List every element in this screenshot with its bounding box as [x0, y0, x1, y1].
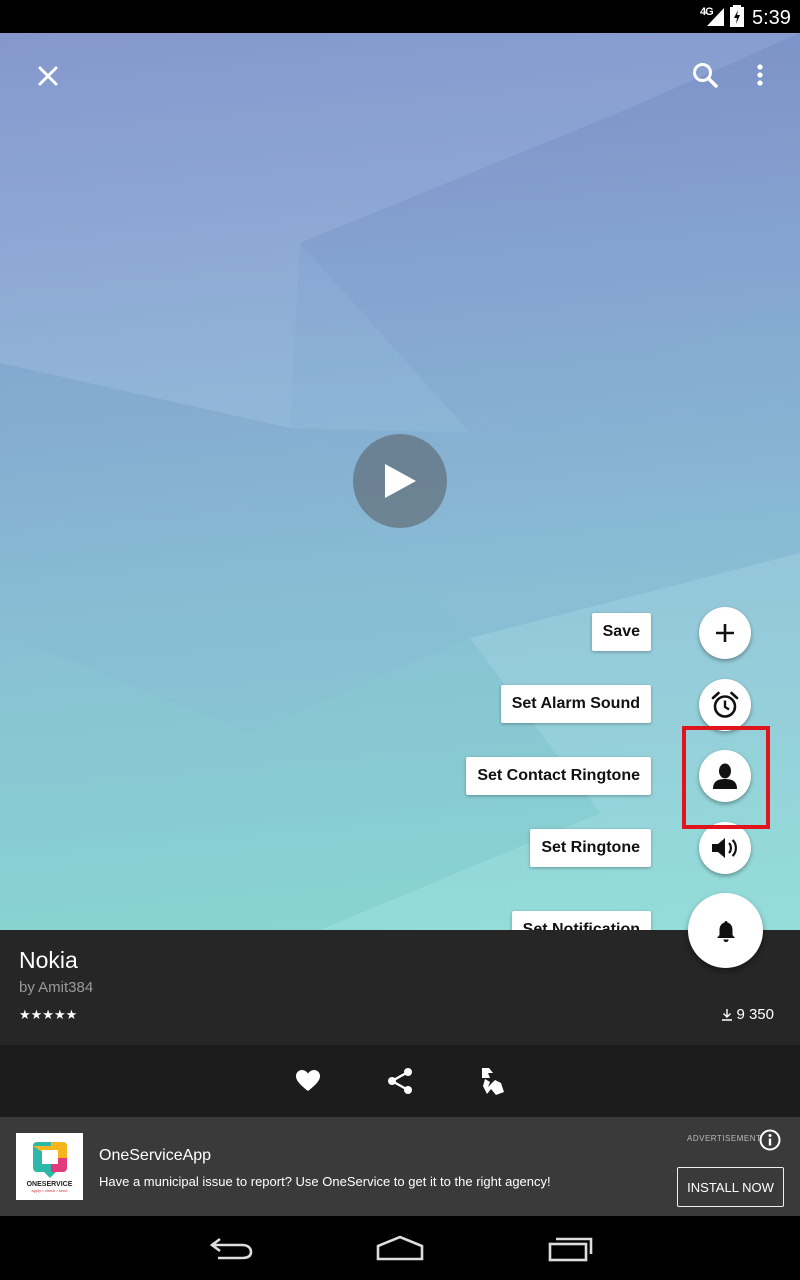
- search-button[interactable]: [681, 51, 729, 99]
- plus-icon: [716, 624, 734, 642]
- download-count-value: 9 350: [736, 1006, 774, 1023]
- more-vert-icon: [757, 64, 763, 86]
- ad-description: Have a municipal issue to report? Use On…: [99, 1174, 551, 1189]
- ad-app-logo: ONESERVICE apply • check • send: [16, 1133, 83, 1200]
- battery-charging-icon: [730, 5, 744, 27]
- recents-icon: [548, 1237, 593, 1262]
- heart-icon: [296, 1070, 320, 1091]
- oneservice-logo-icon: [32, 1142, 67, 1178]
- ad-label: ADVERTISEMENT: [687, 1134, 762, 1143]
- set-notification-button[interactable]: [688, 893, 763, 968]
- ringtone-artwork: [0, 33, 800, 930]
- save-label[interactable]: Save: [591, 613, 651, 651]
- system-nav-bar: [0, 1216, 800, 1280]
- ad-logo-tagline: apply • check • send: [31, 1188, 68, 1193]
- back-icon: [209, 1237, 253, 1260]
- close-button[interactable]: [24, 52, 72, 100]
- rating-stars: ★★★★★: [19, 1007, 78, 1022]
- ad-app-name: OneServiceApp: [99, 1147, 212, 1164]
- ad-banner[interactable]: ONESERVICE apply • check • send OneServi…: [0, 1117, 800, 1216]
- set-ringtone-button[interactable]: [699, 822, 751, 874]
- ringtone-title: Nokia: [19, 947, 78, 973]
- info-icon: [759, 1129, 781, 1151]
- download-icon: [722, 1008, 733, 1021]
- download-count: 9 350: [722, 1006, 774, 1023]
- back-button[interactable]: [200, 1228, 260, 1268]
- play-button[interactable]: [353, 434, 447, 528]
- install-now-button[interactable]: INSTALL NOW: [677, 1167, 784, 1207]
- action-bar: [0, 1045, 800, 1117]
- set-contact-ringtone-label[interactable]: Set Contact Ringtone: [466, 757, 651, 795]
- recents-button[interactable]: [540, 1228, 600, 1268]
- status-bar: 4G 5:39: [0, 0, 800, 33]
- person-icon: [713, 763, 737, 789]
- share-icon: [388, 1068, 412, 1094]
- play-icon: [385, 464, 416, 498]
- clock: 5:39: [752, 7, 791, 29]
- alarm-clock-icon: [711, 691, 739, 718]
- ringtone-author[interactable]: by Amit384: [19, 979, 93, 996]
- close-icon: [38, 66, 58, 86]
- set-contact-ringtone-button[interactable]: [699, 750, 751, 802]
- save-button[interactable]: [699, 607, 751, 659]
- like-button[interactable]: [290, 1063, 326, 1099]
- search-icon: [693, 63, 718, 88]
- set-alarm-sound-label[interactable]: Set Alarm Sound: [500, 685, 651, 723]
- signal-icon: [707, 8, 724, 26]
- home-button[interactable]: [370, 1228, 430, 1268]
- speaker-icon: [712, 838, 737, 858]
- thumbs-down-icon: [482, 1068, 504, 1095]
- set-ringtone-label[interactable]: Set Ringtone: [530, 829, 651, 867]
- ad-info-button[interactable]: [759, 1129, 781, 1156]
- set-alarm-sound-button[interactable]: [699, 679, 751, 731]
- share-button[interactable]: [382, 1063, 418, 1099]
- home-icon: [376, 1235, 424, 1261]
- bell-icon: [716, 920, 735, 942]
- ringtone-info-panel: Nokia by Amit384 ★★★★★ 9 350: [0, 930, 800, 1045]
- dislike-button[interactable]: [474, 1063, 510, 1099]
- more-options-button[interactable]: [736, 51, 784, 99]
- ad-logo-text: ONESERVICE: [26, 1181, 73, 1188]
